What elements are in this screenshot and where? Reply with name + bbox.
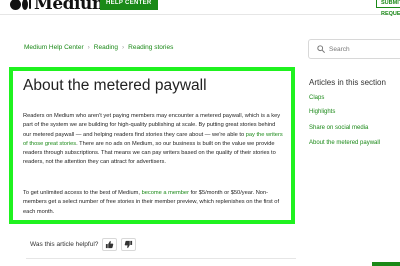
divider (26, 258, 296, 259)
article-body: About the metered paywall Readers on Med… (9, 67, 295, 224)
top-bar: Medium HELP CENTER SUBMIT A REQUEST (0, 0, 400, 17)
article-paragraph-1: Readers on Medium who aren't yet paying … (23, 112, 285, 168)
sidebar-item-share[interactable]: Share on social media (309, 125, 368, 131)
paragraph-text: Readers on Medium who aren't yet paying … (23, 113, 281, 138)
paragraph-text: To get unlimited access to the best of M… (23, 190, 142, 196)
help-center-link[interactable]: HELP CENTER (100, 0, 158, 10)
medium-logo[interactable]: Medium (10, 0, 110, 14)
submit-request-button[interactable]: SUBMIT A REQUEST (376, 0, 400, 17)
footer-accent (372, 262, 400, 266)
search-icon (317, 45, 325, 53)
sidebar-item-highlights[interactable]: Highlights (309, 109, 335, 115)
become-member-link[interactable]: become a member (142, 190, 189, 196)
breadcrumb-help-center[interactable]: Medium Help Center (24, 44, 84, 51)
breadcrumb-reading-stories[interactable]: Reading stories (128, 44, 173, 51)
sidebar-item-claps[interactable]: Claps (309, 95, 324, 101)
article-paragraph-2: To get unlimited access to the best of M… (23, 189, 285, 217)
article-title: About the metered paywall (23, 77, 207, 94)
breadcrumb: Medium Help Center › Reading › Reading s… (24, 44, 173, 51)
search-box[interactable] (308, 39, 400, 59)
breadcrumb-separator-icon: › (122, 44, 125, 51)
article-feedback: Was this article helpful? (30, 238, 137, 251)
sidebar-articles: Articles in this section Claps Highlight… (309, 78, 400, 146)
breadcrumb-reading[interactable]: Reading (94, 44, 118, 51)
thumbs-down-icon (125, 240, 133, 249)
breadcrumb-separator-icon: › (87, 44, 90, 51)
vote-down-button[interactable] (121, 238, 137, 251)
brand-name: Medium (34, 0, 110, 14)
sidebar-item-metered-paywall[interactable]: About the metered paywall (309, 140, 380, 146)
search-input[interactable] (329, 43, 400, 55)
thumbs-up-icon (106, 240, 114, 249)
feedback-question: Was this article helpful? (30, 241, 99, 248)
sidebar-title: Articles in this section (309, 78, 386, 87)
medium-logo-icon (10, 0, 31, 10)
vote-up-button[interactable] (102, 238, 118, 251)
